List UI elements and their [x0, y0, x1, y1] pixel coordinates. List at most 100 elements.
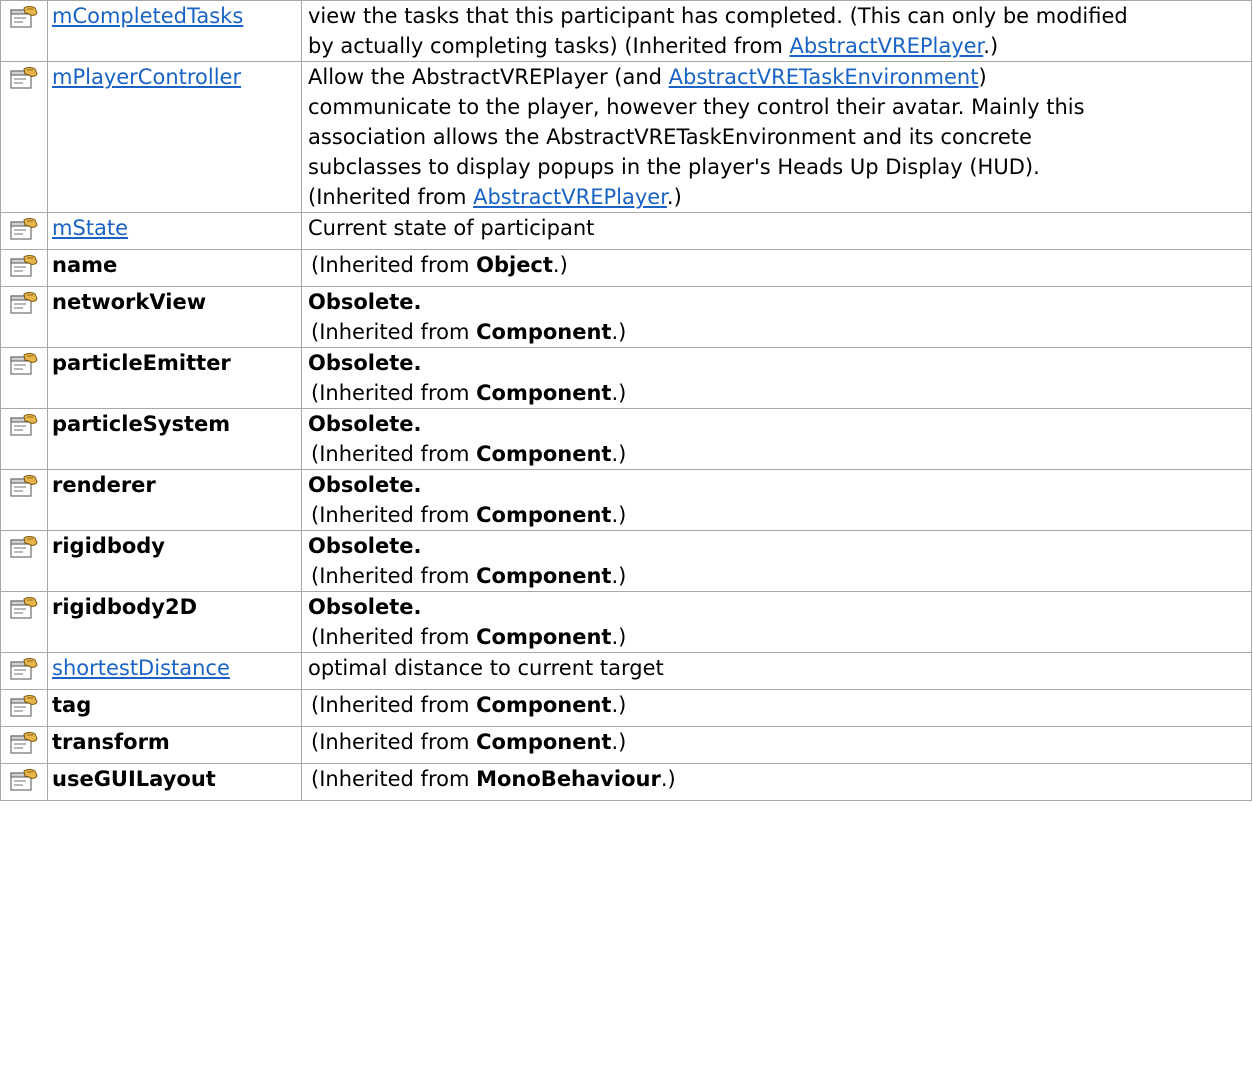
member-name-cell: networkView — [47, 286, 302, 348]
inherited-note: (Inherited from Component.) — [308, 317, 1251, 347]
member-name: useGUILayout — [52, 767, 216, 791]
inherited-prefix: (Inherited from — [311, 381, 477, 405]
property-icon — [9, 291, 39, 315]
property-icon — [9, 352, 39, 376]
member-description-cell: Allow the AbstractVREPlayer (and Abstrac… — [301, 61, 1252, 213]
member-name-link[interactable]: shortestDistance — [52, 656, 230, 680]
member-description-cell: view the tasks that this participant has… — [301, 0, 1252, 62]
property-icon — [9, 657, 39, 681]
member-row: transform (Inherited from Component.) — [0, 726, 1252, 764]
inherited-note: (Inherited from Component.) — [308, 622, 1251, 652]
property-icon — [9, 535, 39, 559]
property-icon — [9, 768, 39, 792]
inherited-suffix: .) — [611, 730, 627, 754]
member-icon-cell — [0, 408, 48, 470]
member-name-cell: rigidbody — [47, 530, 302, 592]
member-name: particleSystem — [52, 412, 231, 436]
inherited-note: (Inherited from Object.) — [308, 253, 568, 277]
member-name-link[interactable]: mState — [52, 216, 128, 240]
inherited-from-type: MonoBehaviour — [476, 767, 661, 791]
member-icon-cell — [0, 286, 48, 348]
inherited-prefix: (Inherited from — [311, 730, 477, 754]
member-description-cell: Obsolete. (Inherited from Component.) — [301, 347, 1252, 409]
property-icon — [9, 694, 39, 718]
description-line: Current state of participant — [308, 214, 1251, 244]
member-row: particleEmitter Obsolete. (Inherited from … — [0, 347, 1252, 409]
member-name-cell: particleSystem — [47, 408, 302, 470]
member-name-cell: mPlayerController — [47, 61, 302, 213]
description-line: association allows the AbstractVRETaskEn… — [308, 122, 1251, 152]
member-row: mState Current state of participant — [0, 212, 1252, 250]
member-description-cell: Obsolete. (Inherited from Component.) — [301, 286, 1252, 348]
property-icon — [9, 474, 39, 498]
inherited-from-type: Component — [476, 442, 612, 466]
member-name: networkView — [52, 290, 207, 314]
inherited-from-type: Component — [476, 381, 612, 405]
member-name-link[interactable]: mCompletedTasks — [52, 4, 243, 28]
member-row: renderer Obsolete. (Inherited from Compone… — [0, 469, 1252, 531]
description-text: subclasses to display popups in the play… — [308, 155, 1040, 179]
property-icon — [9, 596, 39, 620]
member-icon-cell — [0, 530, 48, 592]
description-text: Allow the AbstractVREPlayer (and — [308, 65, 669, 89]
member-name-cell: tag — [47, 689, 302, 727]
member-icon-cell — [0, 347, 48, 409]
description-text: Current state of participant — [308, 216, 595, 240]
inline-type-link[interactable]: AbstractVRETaskEnvironment — [669, 65, 979, 89]
inherited-suffix: .) — [611, 503, 627, 527]
member-name-cell: shortestDistance — [47, 652, 302, 690]
member-row: rigidbody2D Obsolete. (Inherited from Comp… — [0, 591, 1252, 653]
inherited-suffix: .) — [611, 564, 627, 588]
member-name-cell: particleEmitter — [47, 347, 302, 409]
inherited-suffix: .) — [611, 625, 627, 649]
member-name-cell: transform — [47, 726, 302, 764]
member-name-link[interactable]: mPlayerController — [52, 65, 241, 89]
member-row: shortestDistance optimal distance to curr… — [0, 652, 1252, 690]
inherited-suffix: .) — [660, 767, 676, 791]
member-name-cell: mCompletedTasks — [47, 0, 302, 62]
member-icon-cell — [0, 249, 48, 287]
member-description-cell: optimal distance to current target — [301, 652, 1252, 690]
member-icon-cell — [0, 652, 48, 690]
member-name: rigidbody2D — [52, 595, 198, 619]
member-row: mPlayerController Allow the AbstractVREPl… — [0, 61, 1252, 213]
member-name: name — [52, 253, 118, 277]
member-row: networkView Obsolete. (Inherited from Comp… — [0, 286, 1252, 348]
inherited-prefix: (Inherited from — [311, 767, 477, 791]
property-icon — [9, 217, 39, 241]
inherited-suffix: .) — [983, 34, 999, 58]
obsolete-label: Obsolete. — [308, 290, 422, 314]
inherited-from-type: Component — [476, 730, 612, 754]
inherited-prefix: (Inherited from — [311, 503, 477, 527]
obsolete-label: Obsolete. — [308, 473, 422, 497]
inherited-prefix: (Inherited from — [311, 625, 477, 649]
description-line: view the tasks that this participant has… — [308, 2, 1251, 32]
inherited-from-link[interactable]: AbstractVREPlayer — [473, 185, 667, 209]
member-icon-cell — [0, 591, 48, 653]
inherited-note: (Inherited from Component.) — [308, 378, 1251, 408]
property-icon — [9, 66, 39, 90]
description-line: optimal distance to current target — [308, 654, 1251, 684]
inherited-prefix: (Inherited from — [311, 253, 477, 277]
member-name: particleEmitter — [52, 351, 231, 375]
description-line: subclasses to display popups in the play… — [308, 152, 1251, 182]
member-name-cell: renderer — [47, 469, 302, 531]
member-description-cell: Obsolete. (Inherited from Component.) — [301, 530, 1252, 592]
member-name-cell: name — [47, 249, 302, 287]
inherited-prefix: (Inherited from — [311, 564, 477, 588]
member-icon-cell — [0, 469, 48, 531]
member-row: name (Inherited from Object.) — [0, 249, 1252, 287]
inherited-suffix: .) — [611, 381, 627, 405]
description-text: view the tasks that this participant has… — [308, 4, 1128, 28]
inherited-from-type: Object — [476, 253, 553, 277]
obsolete-label: Obsolete. — [308, 595, 422, 619]
description-text: association allows the AbstractVRETaskEn… — [308, 125, 1032, 149]
member-icon-cell — [0, 763, 48, 801]
inherited-from-link[interactable]: AbstractVREPlayer — [789, 34, 983, 58]
property-icon — [9, 254, 39, 278]
description-text: (Inherited from — [308, 185, 474, 209]
description-text: optimal distance to current target — [308, 656, 664, 680]
property-icon — [9, 413, 39, 437]
member-row: useGUILayout (Inherited from MonoBehaviou… — [0, 763, 1252, 801]
description-line: (Inherited from AbstractVREPlayer.) — [308, 182, 1251, 212]
